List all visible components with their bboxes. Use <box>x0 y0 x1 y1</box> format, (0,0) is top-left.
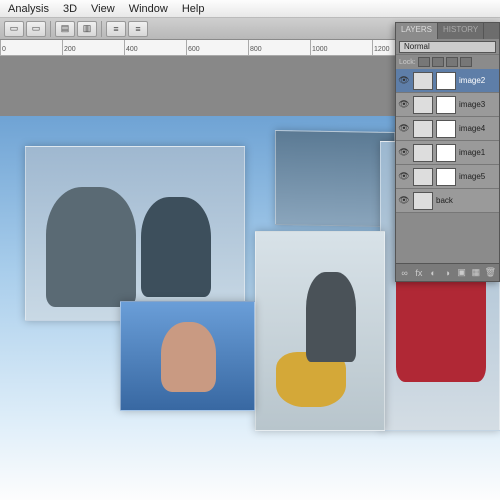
lock-row: Lock: <box>396 55 499 69</box>
photo-image1[interactable] <box>25 146 245 321</box>
menubar: Analysis 3D View Window Help <box>0 0 500 18</box>
layer-thumbnail[interactable] <box>413 72 433 90</box>
tab-layers[interactable]: LAYERS <box>396 23 438 39</box>
link-layers-icon[interactable]: ∞ <box>399 267 410 279</box>
layer-row[interactable]: 👁 image4 <box>396 117 499 141</box>
ruler-label: 1000 <box>312 46 328 53</box>
tool-option-1[interactable]: ▭ <box>4 21 24 37</box>
layer-name: image2 <box>459 76 485 85</box>
visibility-eye-icon[interactable]: 👁 <box>398 123 410 135</box>
tool-option-4[interactable]: ▥ <box>77 21 97 37</box>
lock-pixels-icon[interactable] <box>432 57 444 67</box>
tab-history[interactable]: HISTORY <box>438 23 484 39</box>
menu-window[interactable]: Window <box>129 3 168 15</box>
layer-thumbnail[interactable] <box>413 168 433 186</box>
photo-image5[interactable] <box>275 130 395 227</box>
ruler-label: 0 <box>2 46 6 53</box>
layer-list: 👁 image2 👁 image3 👁 image4 👁 image1 👁 image5 👁 back <box>396 69 499 213</box>
ruler-label: 1200 <box>374 46 390 53</box>
visibility-eye-icon[interactable]: 👁 <box>398 195 410 207</box>
ruler-label: 200 <box>64 46 76 53</box>
layer-fx-icon[interactable]: fx <box>413 267 424 279</box>
lock-label: Lock: <box>399 59 416 66</box>
ruler-label: 800 <box>250 46 262 53</box>
toolbar-separator <box>50 21 51 37</box>
blend-mode-select[interactable]: Normal <box>399 41 496 53</box>
blend-mode-row: Normal <box>396 39 499 55</box>
menu-analysis[interactable]: Analysis <box>8 3 49 15</box>
layer-row[interactable]: 👁 image1 <box>396 141 499 165</box>
lock-transparency-icon[interactable] <box>418 57 430 67</box>
layer-row[interactable]: 👁 back <box>396 189 499 213</box>
layer-thumbnail[interactable] <box>413 96 433 114</box>
panel-footer: ∞ fx ◐ ◑ ▣ ▦ 🗑 <box>396 263 499 281</box>
visibility-eye-icon[interactable]: 👁 <box>398 171 410 183</box>
tool-option-6[interactable]: ≡ <box>128 21 148 37</box>
layer-name: image5 <box>459 172 485 181</box>
layer-row[interactable]: 👁 image3 <box>396 93 499 117</box>
layer-name: image3 <box>459 100 485 109</box>
mask-thumbnail[interactable] <box>436 144 456 162</box>
trash-icon[interactable]: 🗑 <box>485 267 496 279</box>
menu-help[interactable]: Help <box>182 3 205 15</box>
menu-view[interactable]: View <box>91 3 115 15</box>
adjustment-layer-icon[interactable]: ◑ <box>442 267 453 279</box>
layer-row[interactable]: 👁 image2 <box>396 69 499 93</box>
layer-row[interactable]: 👁 image5 <box>396 165 499 189</box>
mask-thumbnail[interactable] <box>436 168 456 186</box>
layer-thumbnail[interactable] <box>413 192 433 210</box>
group-icon[interactable]: ▣ <box>456 267 467 279</box>
photo-image3[interactable] <box>255 231 385 431</box>
layers-panel: LAYERS HISTORY Normal Lock: 👁 image2 👁 imag… <box>395 22 500 282</box>
layer-thumbnail[interactable] <box>413 144 433 162</box>
layer-name: image4 <box>459 124 485 133</box>
mask-thumbnail[interactable] <box>436 96 456 114</box>
mask-thumbnail[interactable] <box>436 72 456 90</box>
tool-option-2[interactable]: ▭ <box>26 21 46 37</box>
new-layer-icon[interactable]: ▦ <box>470 267 481 279</box>
lock-position-icon[interactable] <box>446 57 458 67</box>
toolbar-separator <box>101 21 102 37</box>
visibility-eye-icon[interactable]: 👁 <box>398 99 410 111</box>
photo-image2[interactable] <box>120 301 255 411</box>
mask-thumbnail[interactable] <box>436 120 456 138</box>
ruler-label: 400 <box>126 46 138 53</box>
layer-name: back <box>436 196 453 205</box>
lock-all-icon[interactable] <box>460 57 472 67</box>
layer-thumbnail[interactable] <box>413 120 433 138</box>
panel-tabs: LAYERS HISTORY <box>396 23 499 39</box>
ruler-label: 600 <box>188 46 200 53</box>
tool-option-3[interactable]: ▤ <box>55 21 75 37</box>
visibility-eye-icon[interactable]: 👁 <box>398 147 410 159</box>
layer-name: image1 <box>459 148 485 157</box>
layer-mask-icon[interactable]: ◐ <box>428 267 439 279</box>
menu-3d[interactable]: 3D <box>63 3 77 15</box>
visibility-eye-icon[interactable]: 👁 <box>398 75 410 87</box>
tool-option-5[interactable]: ≡ <box>106 21 126 37</box>
